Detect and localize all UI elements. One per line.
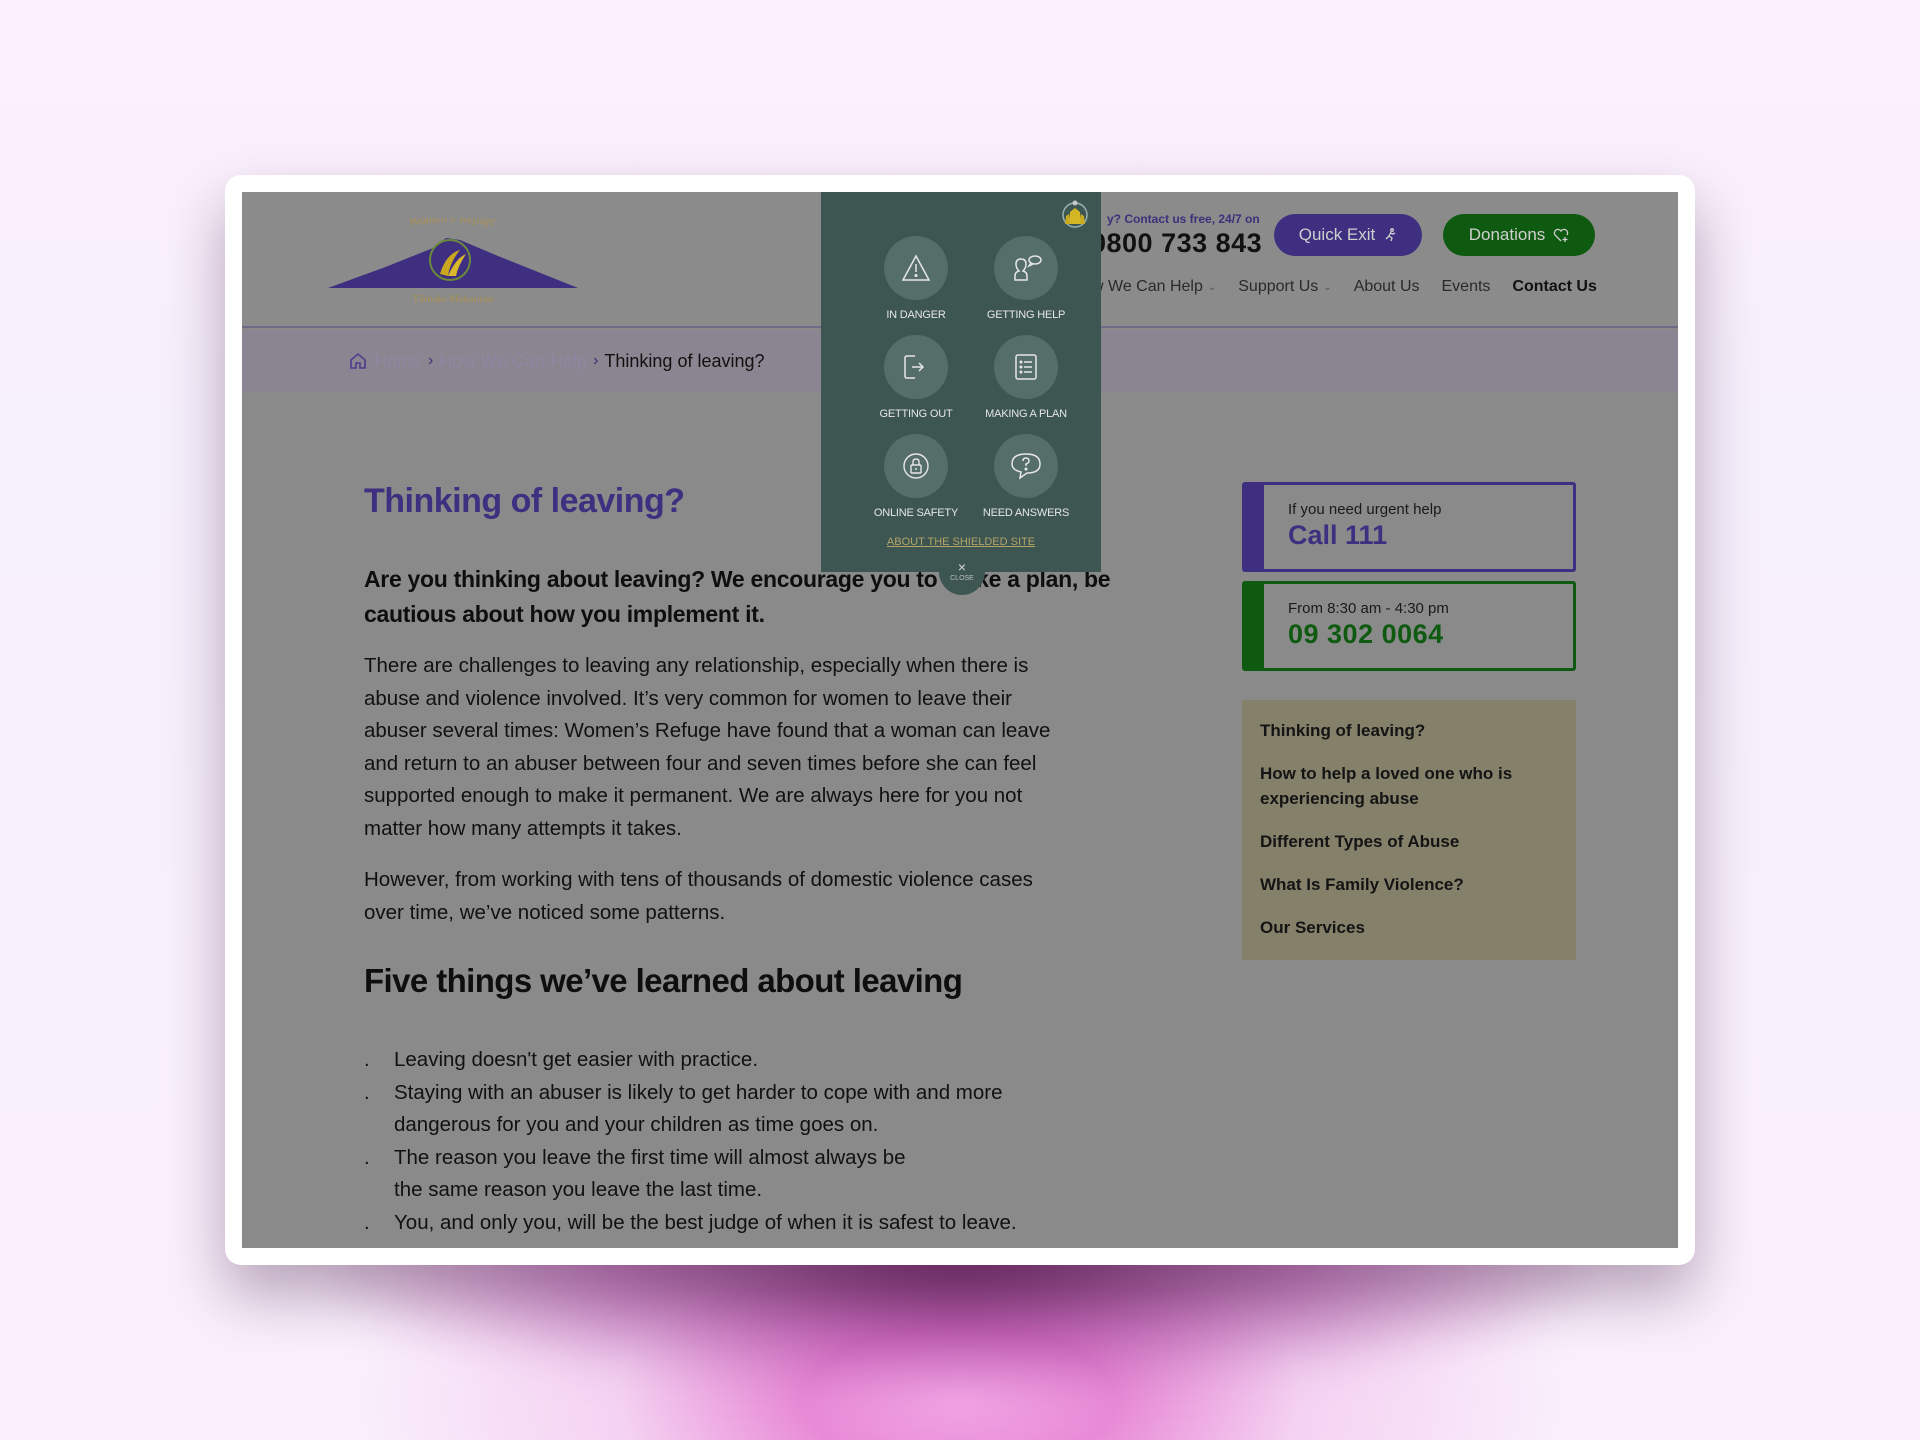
breadcrumb-separator: › (428, 352, 434, 369)
urgent-help-label: If you need urgent help (1288, 501, 1442, 518)
office-hours-box: From 8:30 am - 4:30 pm 09 302 0064 (1242, 581, 1576, 671)
donations-button[interactable]: Donations (1443, 214, 1595, 256)
office-hours-label: From 8:30 am - 4:30 pm (1288, 600, 1449, 617)
sidebar-item-help-loved-one[interactable]: How to help a loved one who is experienc… (1260, 761, 1558, 811)
list-item: Leaving doesn't get easier with practice… (364, 1044, 1144, 1077)
tile-making-a-plan[interactable]: MAKING A PLAN (971, 335, 1081, 420)
nav-events[interactable]: Events (1442, 278, 1491, 296)
quick-exit-button[interactable]: Quick Exit (1274, 214, 1422, 256)
breadcrumb-how-we-can-help[interactable]: How We Can Help (439, 351, 587, 372)
lessons-list: Leaving doesn't get easier with practice… (364, 1044, 1144, 1239)
lead-paragraph: Are you thinking about leaving? We encou… (364, 566, 1111, 627)
site-logo[interactable]: Women's Refuge Tāmaki Makaurau (328, 218, 578, 306)
home-icon[interactable] (348, 351, 368, 371)
nav-label: About Us (1353, 278, 1420, 295)
tile-label: ONLINE SAFETY (873, 507, 959, 519)
heart-plus-icon (1554, 228, 1569, 242)
nav-how-we-can-help[interactable]: w We Can Help ⌄ (1092, 278, 1216, 296)
office-phone-number[interactable]: 09 302 0064 (1288, 619, 1573, 650)
tile-label: NEED ANSWERS (982, 507, 1070, 519)
sidebar-item-our-services[interactable]: Our Services (1260, 915, 1558, 940)
tile-getting-out[interactable]: GETTING OUT (861, 335, 971, 420)
nav-about-us[interactable]: About Us (1354, 278, 1420, 296)
urgent-help-box: If you need urgent help Call 111 (1242, 482, 1576, 572)
quick-exit-label: Quick Exit (1298, 225, 1376, 244)
urgent-help-number[interactable]: Call 111 (1288, 520, 1573, 551)
shielded-site-logo-icon[interactable] (1061, 200, 1089, 230)
sidebar-item-types-of-abuse[interactable]: Different Types of Abuse (1260, 829, 1558, 854)
browser-frame: Women's Refuge Tāmaki Makaurau y? Contac… (225, 175, 1695, 1265)
shielded-close-button[interactable]: × CLOSE (939, 549, 985, 595)
nav-support-us[interactable]: Support Us ⌄ (1238, 278, 1331, 296)
tile-getting-help[interactable]: GETTING HELP (971, 236, 1081, 321)
exit-door-icon (904, 355, 925, 379)
breadcrumb-home[interactable]: Home (374, 351, 422, 372)
breadcrumb-current: Thinking of leaving? (604, 350, 765, 371)
sidebar-item-thinking-of-leaving[interactable]: Thinking of leaving? (1260, 718, 1558, 743)
shielded-tiles: IN DANGER GETTING HELP GETTING OUT MAKIN… (861, 236, 1069, 519)
nav-label: w We Can Help (1092, 278, 1203, 295)
list-item: The reason you leave the first time will… (364, 1142, 924, 1207)
tile-label: IN DANGER (886, 309, 946, 321)
tile-need-answers[interactable]: NEED ANSWERS (971, 434, 1081, 519)
main-nav: w We Can Help ⌄ Support Us ⌄ About Us Ev… (1092, 278, 1597, 296)
close-label: CLOSE (950, 575, 974, 582)
donations-label: Donations (1468, 225, 1546, 244)
list-item: Staying with an abuser is likely to get … (364, 1077, 1034, 1142)
tile-label: GETTING OUT (879, 408, 953, 420)
page-title: Thinking of leaving? (364, 482, 685, 520)
person-speech-bubble-icon (1014, 255, 1042, 281)
tile-online-safety[interactable]: ONLINE SAFETY (861, 434, 971, 519)
running-person-icon (1385, 228, 1396, 242)
breadcrumb-separator: › (593, 352, 599, 369)
list-item: You, and only you, will be the best judg… (364, 1207, 1144, 1240)
nav-label: Events (1441, 278, 1491, 295)
question-bubble-icon (1011, 453, 1041, 480)
logo-text-bottom: Tāmaki Makaurau (413, 293, 494, 305)
body-paragraph: However, from working with tens of thous… (364, 868, 1033, 924)
helpline-phone[interactable]: 0800 733 843 (1091, 228, 1262, 259)
sidebar-nav: Thinking of leaving? How to help a loved… (1242, 700, 1576, 960)
nav-label: Contact Us (1512, 278, 1597, 295)
chevron-down-icon: ⌄ (1323, 281, 1332, 293)
nav-contact-us[interactable]: Contact Us (1512, 278, 1596, 296)
padlock-icon (903, 453, 929, 479)
contact-tagline: y? Contact us free, 24/7 on (1107, 212, 1260, 226)
web-page: Women's Refuge Tāmaki Makaurau y? Contac… (242, 192, 1678, 1248)
chevron-down-icon: ⌄ (1207, 281, 1217, 293)
about-shielded-site-link[interactable]: ABOUT THE SHIELDED SITE (821, 536, 1101, 548)
shielded-site-panel: IN DANGER GETTING HELP GETTING OUT MAKIN… (821, 192, 1101, 572)
section-heading: Five things we’ve learned about leaving (364, 962, 963, 999)
tile-label: GETTING HELP (986, 309, 1066, 321)
warning-triangle-icon (901, 254, 931, 281)
close-icon: × (957, 559, 967, 575)
checklist-icon (1015, 354, 1037, 380)
body-paragraph: There are challenges to leaving any rela… (364, 654, 1051, 840)
sidebar-item-family-violence[interactable]: What Is Family Violence? (1260, 872, 1558, 897)
tile-label: MAKING A PLAN (985, 408, 1067, 420)
nav-label: Support Us (1238, 278, 1319, 295)
tile-in-danger[interactable]: IN DANGER (861, 236, 971, 321)
logo-text-top: Women's Refuge (408, 218, 497, 229)
